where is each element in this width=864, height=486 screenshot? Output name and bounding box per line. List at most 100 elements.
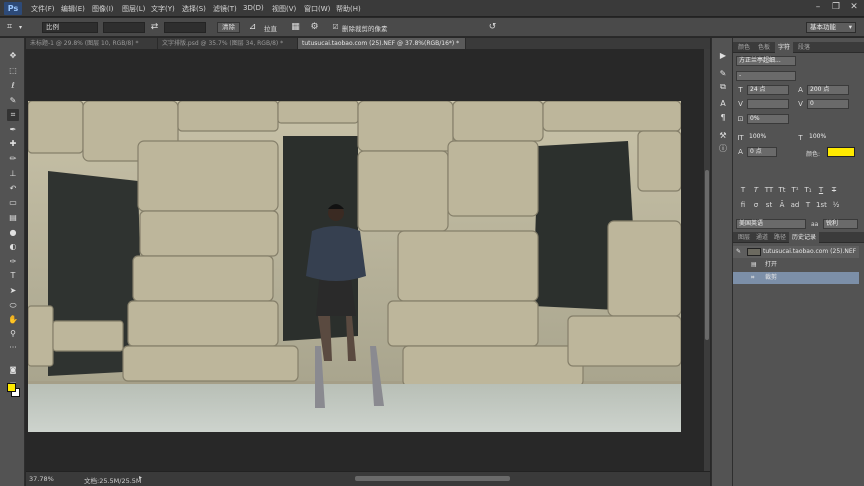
tab-history[interactable]: 历史记录 (789, 232, 820, 243)
old-style-icon[interactable]: σ (751, 200, 761, 210)
menu-image[interactable]: 图像(I) (92, 4, 114, 14)
underline-icon[interactable]: T (816, 185, 826, 195)
tab-swatches[interactable]: 色板 (755, 42, 773, 53)
tab-color[interactable]: 颜色 (735, 42, 753, 53)
kerning-input[interactable] (747, 99, 789, 109)
tab-layers[interactable]: 图层 (735, 232, 753, 243)
font-style-select[interactable]: - (736, 71, 796, 81)
history-snapshot[interactable]: ✎ tutusucai.taobao.com (25).NEF (733, 246, 859, 258)
path-select-tool-icon[interactable]: ➤ (7, 285, 19, 297)
stylistic-alt-icon[interactable]: Ā (777, 200, 787, 210)
gear-icon[interactable]: ⚙ (309, 22, 320, 33)
faux-bold-icon[interactable]: T (738, 185, 748, 195)
blur-tool-icon[interactable]: ● (7, 227, 19, 239)
foreground-color-swatch[interactable] (7, 383, 16, 392)
move-tool-icon[interactable]: ✥ (7, 50, 19, 62)
menu-filter[interactable]: 滤镜(T) (213, 4, 237, 14)
height-input[interactable] (164, 22, 206, 33)
chevron-down-icon[interactable]: ▾ (15, 22, 26, 33)
fractions-icon[interactable]: 1st (816, 200, 827, 210)
checkbox-checked-icon[interactable]: ☑ (330, 22, 341, 33)
quick-select-tool-icon[interactable]: ✎ (7, 95, 19, 107)
menu-select[interactable]: 选择(S) (182, 4, 206, 14)
width-input[interactable] (103, 22, 145, 33)
quick-mask-icon[interactable]: ◙ (7, 364, 19, 376)
marquee-tool-icon[interactable]: ⬚ (7, 65, 19, 77)
strikethrough-icon[interactable]: T (829, 185, 839, 195)
tab-paragraph[interactable]: 段落 (795, 42, 813, 53)
baseline-shift-input[interactable]: 0 点 (747, 147, 777, 157)
pen-tool-icon[interactable]: ✑ (7, 256, 19, 268)
clone-source-icon[interactable]: ⧉ (717, 81, 729, 93)
tool-presets-icon[interactable]: ⚒ (717, 130, 729, 142)
horizontal-scale-input[interactable]: 100% (807, 133, 849, 143)
tab-character[interactable]: 字符 (775, 42, 794, 53)
zoom-level[interactable]: 37.78% (29, 475, 54, 483)
straighten-label[interactable]: 拉直 (264, 23, 277, 33)
menu-3d[interactable]: 3D(D) (243, 4, 264, 12)
info-panel-icon[interactable]: ⓘ (717, 143, 729, 155)
paragraph-panel-icon[interactable]: ¶ (717, 112, 729, 124)
menu-type[interactable]: 文字(Y) (151, 4, 175, 14)
brush-presets-icon[interactable]: ✎ (717, 68, 729, 80)
tracking-input[interactable]: 0 (807, 99, 849, 109)
menu-view[interactable]: 视图(V) (272, 4, 296, 14)
close-icon[interactable]: ✕ (848, 2, 860, 13)
straighten-icon[interactable]: ⊿ (247, 22, 258, 33)
dodge-tool-icon[interactable]: ◐ (7, 241, 19, 253)
swash-icon[interactable]: st (764, 200, 774, 210)
delete-cropped-label[interactable]: 删除裁剪的像素 (342, 23, 388, 33)
play-icon[interactable]: ▶ (717, 50, 729, 62)
all-caps-icon[interactable]: TT (764, 185, 774, 195)
shape-tool-icon[interactable]: ⬭ (7, 300, 19, 312)
tab-untitled[interactable]: 未标题-1 @ 29.8% (图层 10, RGB/8) * (26, 38, 158, 49)
tab-text-layout[interactable]: 文字排版.psd @ 35.7% (图层 34, RGB/8) * (158, 38, 298, 49)
font-family-select[interactable]: 方正兰亭超细... (736, 56, 796, 66)
ratio-select[interactable]: 比例 (42, 22, 98, 33)
more-tools-icon[interactable]: ··· (7, 342, 19, 354)
gradient-tool-icon[interactable]: ▤ (7, 212, 19, 224)
crop-tool-icon[interactable]: ⌗ (7, 109, 19, 121)
clone-stamp-tool-icon[interactable]: ⊥ (7, 168, 19, 180)
clear-button[interactable]: 清除 (217, 22, 240, 33)
minimize-icon[interactable]: – (812, 2, 824, 13)
type-tool-icon[interactable]: T (7, 270, 19, 282)
restore-icon[interactable]: ❐ (830, 2, 842, 13)
faux-italic-icon[interactable]: T (751, 185, 761, 195)
overlay-grid-icon[interactable]: ▦ (290, 22, 301, 33)
workspace-preset-select[interactable]: 基本功能 (806, 22, 856, 33)
eyedropper-tool-icon[interactable]: ✒ (7, 124, 19, 136)
zoom-tool-icon[interactable]: ⚲ (7, 328, 19, 340)
menu-layer[interactable]: 图层(L) (122, 4, 145, 14)
reset-icon[interactable]: ↺ (487, 22, 498, 33)
tsume-input[interactable]: 0% (747, 114, 789, 124)
brush-tool-icon[interactable]: ✏ (7, 153, 19, 165)
vertical-scale-input[interactable]: 100% (747, 133, 789, 143)
menu-file[interactable]: 文件(F) (31, 4, 55, 14)
photo-canvas[interactable] (28, 101, 681, 432)
history-brush-tool-icon[interactable]: ↶ (7, 183, 19, 195)
leading-input[interactable]: 200 点 (807, 85, 849, 95)
tab-channels[interactable]: 通道 (753, 232, 771, 243)
menu-window[interactable]: 窗口(W) (304, 4, 330, 14)
font-size-input[interactable]: 24 点 (747, 85, 789, 95)
history-step-selected[interactable]: ⌗ 裁剪 (733, 272, 859, 284)
vertical-scroll-thumb[interactable] (705, 170, 709, 340)
half-icon[interactable]: ½ (831, 200, 841, 210)
eraser-tool-icon[interactable]: ▭ (7, 197, 19, 209)
titling-alt-icon[interactable]: ad (790, 200, 800, 210)
subscript-icon[interactable]: T₁ (803, 185, 813, 195)
superscript-icon[interactable]: T¹ (790, 185, 800, 195)
text-color-swatch[interactable] (827, 147, 855, 157)
language-select[interactable]: 美国英语 (736, 219, 806, 229)
tab-paths[interactable]: 路径 (771, 232, 789, 243)
ordinals-icon[interactable]: T (803, 200, 813, 210)
antialias-select[interactable]: 锐利 (823, 219, 858, 229)
small-caps-icon[interactable]: Tt (777, 185, 787, 195)
tab-nef-image[interactable]: tutusucai.taobao.com (25).NEF @ 37.8%(RG… (298, 38, 466, 49)
crop-tool-icon[interactable]: ⌗ (4, 22, 15, 33)
healing-brush-tool-icon[interactable]: ✚ (7, 138, 19, 150)
menu-help[interactable]: 帮助(H) (336, 4, 361, 14)
fi-ligature-icon[interactable]: fi (738, 200, 748, 210)
menu-edit[interactable]: 编辑(E) (61, 4, 85, 14)
